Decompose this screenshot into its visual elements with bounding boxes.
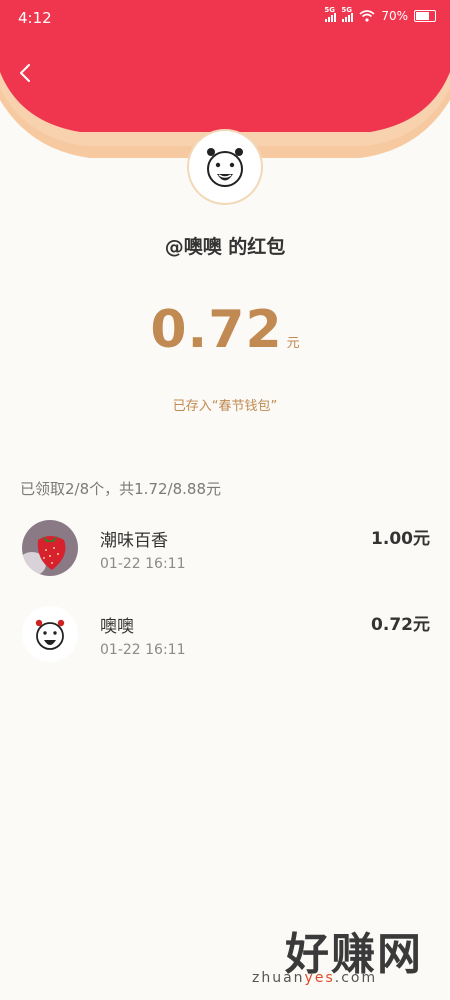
cellular-signal-icon: 5G [324,6,337,22]
recipient-name: 噢噢 [100,617,134,637]
battery-icon [414,10,436,22]
cellular-signal-icon: 5G [341,6,354,22]
received-amount: 0.72 元 [0,300,450,360]
claim-amount: 0.72元 [371,615,430,635]
claim-time: 01-22 16:11 [100,642,186,658]
cartoon-face-icon [207,148,243,187]
status-bar: 4:12 5G 5G 70% [0,0,450,36]
status-time: 4:12 [18,9,52,27]
red-packet-detail-page: 4:12 5G 5G 70% @噢噢 的红包 0.72 元 已存入“春节钱包” … [0,0,450,1000]
watermark-url: zhuanyes.com [252,970,377,986]
signal-label: 5G [324,6,335,14]
watermark-url-suffix: .com [334,970,378,986]
signal-label: 5G [341,6,352,14]
saved-to-wallet-link[interactable]: 已存入“春节钱包” [0,395,450,414]
watermark-url-prefix: zhuan [252,970,305,986]
cartoon-face-avatar [22,606,78,662]
amount-value: 0.72 [150,300,283,360]
chevron-left-icon [20,64,30,82]
status-icons: 5G 5G 70% [324,6,436,23]
wifi-icon [359,10,375,22]
strawberry-avatar [22,520,78,576]
claim-amount: 1.00元 [371,529,430,549]
watermark-url-highlight: yes [304,970,335,986]
site-watermark: 好赚网 zhuanyes.com [232,918,437,990]
battery-percent: 70% [381,9,408,23]
list-item: 潮味百香 01-22 16:11 1.00元 [0,520,450,600]
back-button[interactable] [10,58,40,88]
recipient-name: 潮味百香 [100,531,168,551]
cartoon-face-icon [35,619,65,650]
amount-unit: 元 [286,336,300,351]
list-item: 噢噢 01-22 16:11 0.72元 [0,606,450,686]
strawberry-icon [22,520,78,576]
claim-time: 01-22 16:11 [100,556,186,572]
claim-summary: 已领取2/8个，共1.72/8.88元 [20,480,221,498]
red-packet-title: @噢噢 的红包 [164,236,286,258]
sender-avatar [189,131,261,203]
